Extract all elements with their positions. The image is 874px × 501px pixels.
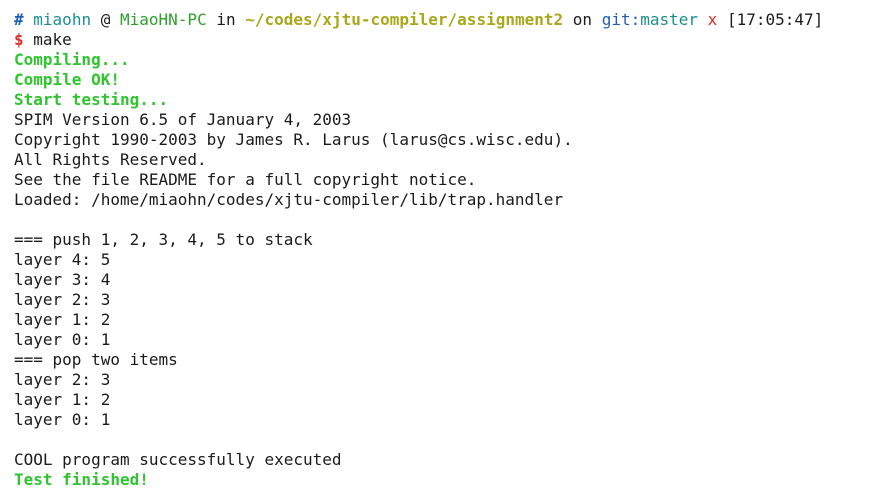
output-line: === pop two items xyxy=(14,350,178,369)
status-start-testing: Start testing... xyxy=(14,90,169,109)
command-text: make xyxy=(33,30,72,49)
prompt-hash: # xyxy=(14,10,24,29)
output-line: See the file README for a full copyright… xyxy=(14,170,477,189)
output-line: layer 1: 2 xyxy=(14,310,111,329)
output-line: layer 2: 3 xyxy=(14,290,111,309)
prompt-at: @ xyxy=(100,10,111,29)
prompt-in: in xyxy=(216,10,236,29)
status-compile-ok: Compile OK! xyxy=(14,70,120,89)
prompt-host: MiaoHN-PC xyxy=(120,10,207,29)
prompt-path: ~/codes/xjtu-compiler/assignment2 xyxy=(245,10,564,29)
output-line: layer 0: 1 xyxy=(14,410,111,429)
prompt-git-label: git: xyxy=(601,10,641,29)
command-dollar: $ xyxy=(14,30,24,49)
output-line: layer 1: 2 xyxy=(14,390,111,409)
status-test-finished: Test finished! xyxy=(14,470,149,489)
prompt-branch: master xyxy=(640,10,699,29)
output-line: layer 4: 5 xyxy=(14,250,111,269)
output-line: Loaded: /home/miaohn/codes/xjtu-compiler… xyxy=(14,190,564,209)
output-line: === push 1, 2, 3, 4, 5 to stack xyxy=(14,230,313,249)
status-compiling: Compiling... xyxy=(14,50,130,69)
command-line: $ make xyxy=(14,30,860,50)
prompt-user: miaohn xyxy=(33,10,92,29)
output-line: layer 3: 4 xyxy=(14,270,111,289)
output-line: layer 2: 3 xyxy=(14,370,111,389)
output-line: All Rights Reserved. xyxy=(14,150,207,169)
terminal-window[interactable]: # miaohn @ MiaoHN-PC in ~/codes/xjtu-com… xyxy=(0,0,874,501)
prompt-on: on xyxy=(572,10,593,29)
prompt-time: [17:05:47] xyxy=(726,10,824,29)
output-line: SPIM Version 6.5 of January 4, 2003 xyxy=(14,110,352,129)
shell-prompt: # miaohn @ MiaoHN-PC in ~/codes/xjtu-com… xyxy=(14,10,860,30)
output-line: COOL program successfully executed xyxy=(14,450,342,469)
prompt-dirty-marker: x xyxy=(707,10,718,29)
output-line: layer 0: 1 xyxy=(14,330,111,349)
output-line: Copyright 1990-2003 by James R. Larus (l… xyxy=(14,130,573,149)
